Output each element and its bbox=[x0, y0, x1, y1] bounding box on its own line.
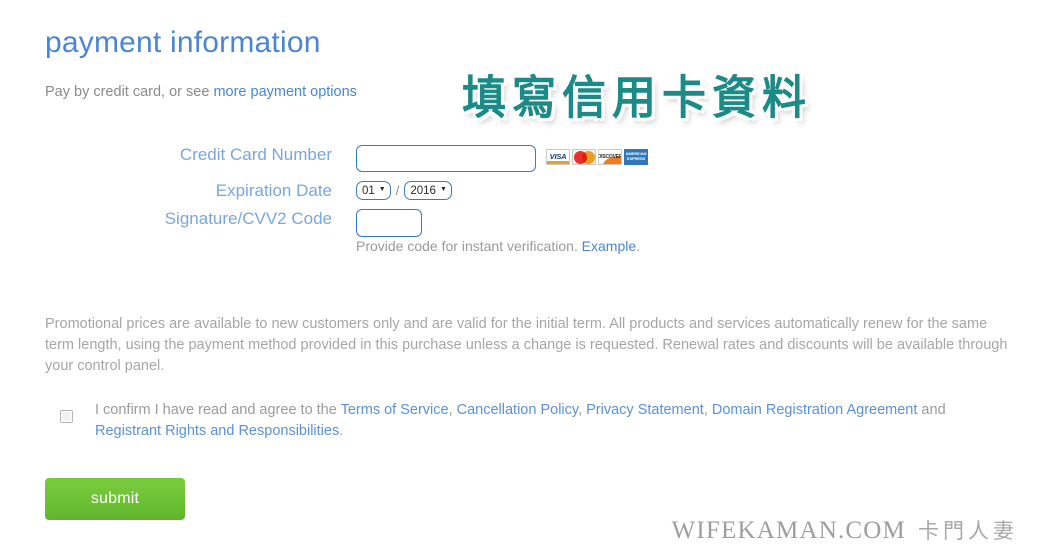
discover-logo-text: DISCOVER bbox=[598, 153, 622, 160]
visa-logo-text: VISA bbox=[549, 152, 567, 162]
more-payment-options-link[interactable]: more payment options bbox=[213, 84, 356, 100]
cancellation-policy-link[interactable]: Cancellation Policy bbox=[457, 402, 578, 418]
cvv-row: Signature/CVV2 Code bbox=[0, 209, 1040, 241]
consent-prefix: I confirm I have read and agree to the bbox=[95, 402, 341, 418]
terms-of-service-link[interactable]: Terms of Service bbox=[341, 402, 449, 418]
page-title: payment information bbox=[45, 26, 321, 59]
cjk-annotation-overlay: 填寫信用卡資料 bbox=[462, 71, 812, 126]
expiration-year-select[interactable]: 2016 ▼ bbox=[404, 181, 452, 200]
subtitle-text: Pay by credit card, or see bbox=[45, 84, 214, 100]
watermark-latin-text: WIFEKAMAN.COM bbox=[671, 517, 906, 544]
consent-and: and bbox=[917, 402, 946, 418]
mastercard-circles-icon bbox=[573, 150, 595, 164]
mastercard-logo bbox=[572, 149, 596, 165]
amex-logo-text: AMERICAN EXPRESS bbox=[625, 151, 647, 161]
cvv-input[interactable] bbox=[356, 209, 422, 237]
cvv-hint: Provide code for instant verification. E… bbox=[356, 238, 640, 254]
consent-sep: , bbox=[448, 402, 457, 418]
site-watermark: WIFEKAMAN.COM 卡門人妻 bbox=[672, 515, 1018, 545]
registrant-rights-link[interactable]: Registrant Rights and Responsibilities bbox=[95, 423, 339, 439]
chevron-down-icon: ▼ bbox=[439, 186, 447, 193]
cvv-hint-text: Provide code for instant verification. bbox=[356, 238, 582, 254]
privacy-statement-link[interactable]: Privacy Statement bbox=[586, 402, 704, 418]
chevron-down-icon: ▼ bbox=[378, 186, 386, 193]
discover-logo: DISCOVER bbox=[598, 149, 622, 165]
credit-card-number-input[interactable] bbox=[356, 145, 536, 172]
cvv-example-link[interactable]: Example bbox=[582, 238, 636, 254]
cvv-hint-suffix: . bbox=[636, 238, 641, 254]
payment-information-page: payment information Pay by credit card, … bbox=[0, 0, 1040, 553]
accepted-card-logos: VISA DISCOVER AMERICAN EXPRESS bbox=[546, 149, 648, 165]
amex-logo: AMERICAN EXPRESS bbox=[624, 149, 648, 165]
date-separator: / bbox=[395, 183, 400, 198]
credit-card-number-label: Credit Card Number bbox=[179, 145, 332, 164]
cvv-label: Signature/CVV2 Code bbox=[164, 209, 332, 228]
consent-text: I confirm I have read and agree to the T… bbox=[95, 400, 1015, 442]
subtitle: Pay by credit card, or see more payment … bbox=[45, 84, 357, 100]
consent-end: . bbox=[339, 423, 344, 439]
credit-card-number-row: Credit Card Number VISA DISCOVER AMERICA… bbox=[0, 145, 1040, 177]
promotional-disclaimer: Promotional prices are available to new … bbox=[45, 316, 1008, 374]
consent-checkbox[interactable] bbox=[60, 410, 73, 423]
expiration-month-value: 01 bbox=[362, 184, 375, 197]
expiration-month-select[interactable]: 01 ▼ bbox=[356, 181, 391, 200]
consent-sep: , bbox=[578, 402, 587, 418]
consent-sep: , bbox=[703, 402, 712, 418]
expiration-year-value: 2016 bbox=[410, 184, 436, 197]
expiration-date-selects: 01 ▼ / 2016 ▼ bbox=[356, 181, 452, 200]
expiration-date-label: Expiration Date bbox=[215, 181, 332, 200]
watermark-cjk-text: 卡門人妻 bbox=[918, 519, 1018, 543]
visa-logo: VISA bbox=[546, 149, 570, 165]
domain-registration-agreement-link[interactable]: Domain Registration Agreement bbox=[712, 402, 918, 418]
submit-button[interactable]: submit bbox=[45, 478, 185, 520]
